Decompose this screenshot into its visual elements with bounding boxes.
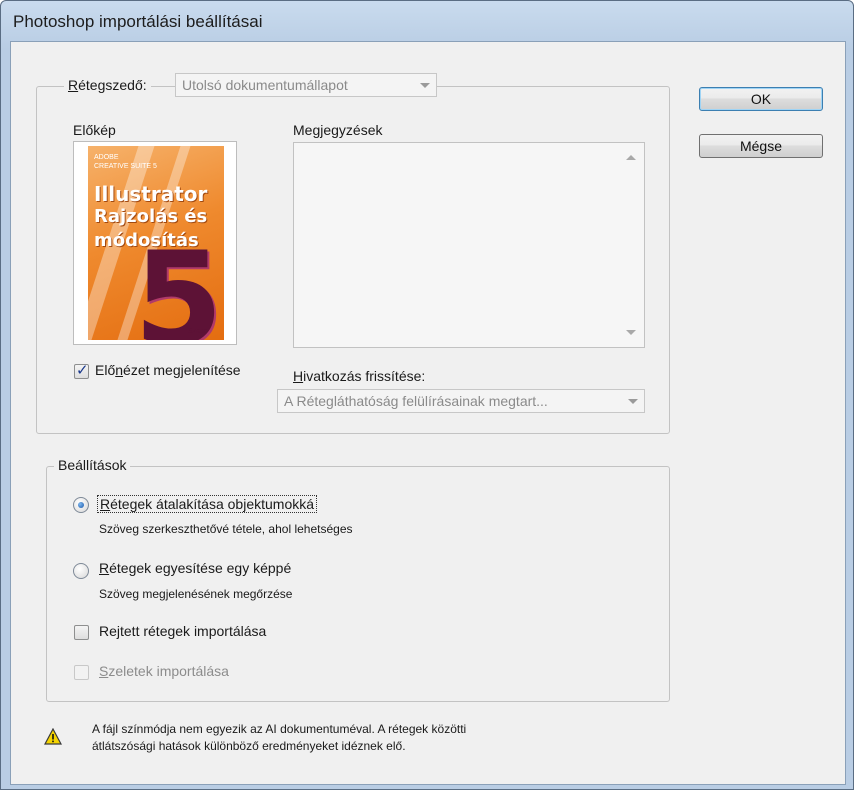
scroll-down-icon[interactable] [626, 330, 636, 335]
import-hidden-layers-checkbox[interactable] [74, 625, 89, 640]
convert-layers-label[interactable]: Rétegek átalakítása objektumokká [97, 495, 318, 513]
link-update-label: Hivatkozás frissítése: [293, 368, 426, 384]
options-legend: Beállítások [54, 457, 131, 473]
chevron-down-icon [628, 399, 638, 404]
warning-line-1: A fájl színmódja nem egyezik az AI dokum… [92, 722, 467, 736]
show-preview-checkbox[interactable] [74, 361, 89, 379]
show-preview-label[interactable]: Előnézet megjelenítése [95, 362, 241, 378]
dialog-client-area: Rétegszedő: Utolsó dokumentumállapot Elő… [10, 41, 846, 785]
preview-label: Előkép [73, 122, 116, 138]
flatten-layers-radio[interactable] [73, 563, 89, 579]
scroll-up-icon[interactable] [626, 155, 636, 160]
notes-textarea[interactable] [293, 142, 645, 348]
flatten-layers-description: Szöveg megjelenésének megőrzése [99, 587, 293, 601]
layer-comp-label: Rétegszedő: [64, 77, 151, 93]
window-title: Photoshop importálási beállításai [13, 12, 263, 31]
flatten-layers-label[interactable]: Rétegek egyesítése egy képpé [99, 560, 291, 576]
link-update-select[interactable]: A Rétegláthatóság felülírásainak megtart… [277, 389, 645, 413]
import-slices-checkbox[interactable] [74, 665, 89, 680]
warning-line-2: átlátszósági hatások különböző eredménye… [92, 739, 406, 753]
dialog-window: Photoshop importálási beállításai Rétegs… [0, 0, 854, 790]
preview-image: ADOBE CREATIVE SUITE 5 Illustrator Rajzo… [73, 141, 237, 345]
cancel-button[interactable]: Mégse [699, 134, 823, 158]
import-hidden-layers-label[interactable]: Rejtett rétegek importálása [99, 623, 266, 639]
title-bar[interactable]: Photoshop importálási beállításai [1, 1, 853, 35]
warning-icon [44, 728, 62, 745]
convert-layers-description: Szöveg szerkeszthetővé tétele, ahol lehe… [99, 522, 353, 536]
layer-comp-select[interactable]: Utolsó dokumentumállapot [175, 73, 437, 97]
convert-layers-radio[interactable] [73, 497, 89, 513]
notes-label: Megjegyzések [293, 122, 383, 138]
ok-button[interactable]: OK [699, 87, 823, 111]
book-cover-image: ADOBE CREATIVE SUITE 5 Illustrator Rajzo… [88, 146, 224, 340]
import-slices-label[interactable]: Szeletek importálása [99, 663, 229, 679]
chevron-down-icon [420, 83, 430, 88]
